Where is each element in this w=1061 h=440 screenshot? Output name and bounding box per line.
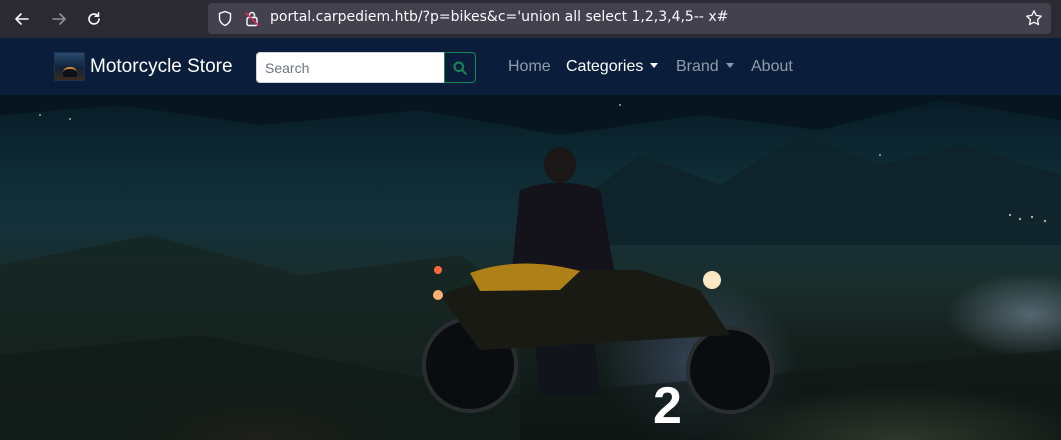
- caret-down-icon: [650, 63, 659, 68]
- nav-categories-label: Categories: [566, 58, 644, 75]
- nav-about-label: About: [751, 58, 793, 75]
- search-button[interactable]: [444, 52, 476, 83]
- brand-logo[interactable]: [54, 52, 85, 81]
- url-text[interactable]: portal.carpediem.htb/?p=bikes&c='union a…: [270, 9, 728, 25]
- caret-down-icon: [725, 63, 734, 68]
- bookmark-star-icon[interactable]: [1025, 9, 1043, 27]
- tracking-shield-icon[interactable]: [217, 10, 233, 27]
- address-bar[interactable]: portal.carpediem.htb/?p=bikes&c='union a…: [208, 3, 1051, 34]
- search-icon: [453, 61, 467, 75]
- browser-toolbar: portal.carpediem.htb/?p=bikes&c='union a…: [0, 0, 1061, 38]
- site-navbar: Motorcycle Store Home Categories Brand A…: [0, 38, 1061, 95]
- nav-brand-dropdown[interactable]: Brand: [676, 58, 734, 76]
- brand-name[interactable]: Motorcycle Store: [90, 56, 233, 78]
- nav-brand-label: Brand: [676, 58, 719, 75]
- search-input[interactable]: [256, 52, 445, 83]
- nav-home-label: Home: [508, 58, 551, 75]
- nav-categories-dropdown[interactable]: Categories: [566, 58, 659, 76]
- hero-banner: 2: [0, 95, 1061, 440]
- back-icon[interactable]: [8, 5, 36, 33]
- forward-icon[interactable]: [45, 5, 73, 33]
- nav-home[interactable]: Home: [508, 58, 551, 76]
- hero-number: 2: [653, 377, 682, 435]
- reload-icon[interactable]: [80, 5, 108, 33]
- nav-about[interactable]: About: [751, 58, 793, 76]
- hero-background-image: [0, 95, 1061, 440]
- insecure-lock-icon[interactable]: [244, 10, 260, 27]
